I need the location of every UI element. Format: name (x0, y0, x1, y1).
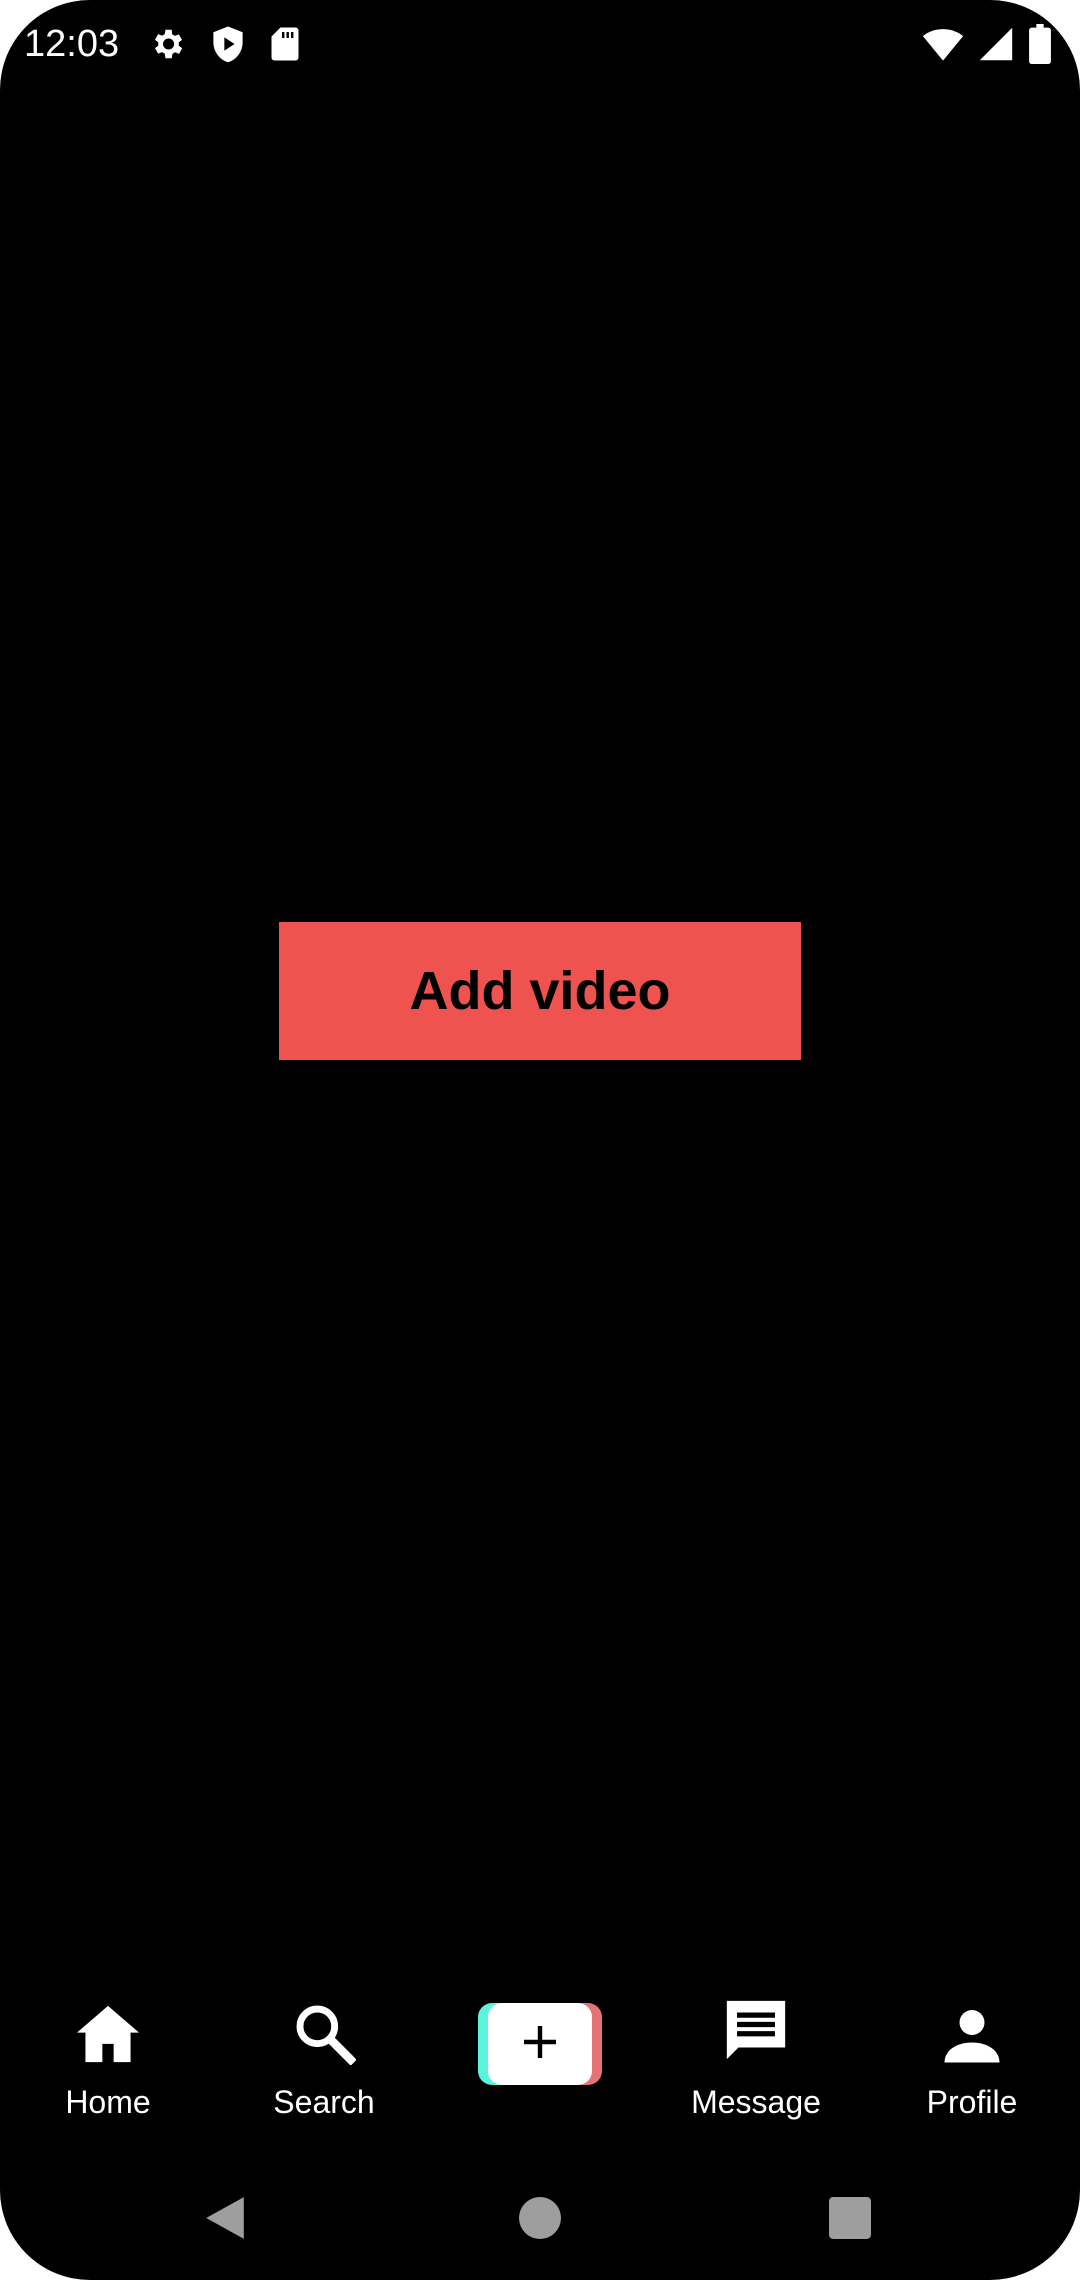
nav-label-message: Message (691, 2084, 821, 2120)
home-icon (74, 2003, 142, 2070)
nav-item-search[interactable]: Search (216, 1990, 432, 2140)
person-icon (942, 2005, 1002, 2070)
cell-signal-icon (978, 26, 1014, 62)
back-icon (204, 2195, 246, 2246)
add-video-label: Add video (409, 961, 671, 1021)
recents-icon (829, 2196, 871, 2244)
plus-icon (520, 2022, 560, 2067)
nav-item-home[interactable]: Home (0, 1990, 216, 2140)
home-circle-icon (519, 2196, 561, 2244)
status-bar: 12:03 (0, 0, 1080, 88)
shield-play-icon (210, 25, 246, 63)
status-right-icons (922, 24, 1052, 64)
system-back-button[interactable] (195, 2190, 255, 2250)
sd-card-icon (270, 26, 300, 62)
system-navigation-bar (0, 2170, 1080, 2260)
add-video-button[interactable]: Add video (279, 922, 801, 1060)
system-recents-button[interactable] (820, 2190, 880, 2250)
create-button-face (488, 2003, 592, 2085)
app-screen: 12:03 Add video Home Search Message Prof… (0, 0, 1080, 2280)
status-left-icons (148, 24, 300, 64)
nav-label-home: Home (65, 2084, 151, 2120)
nav-label-search: Search (273, 2084, 375, 2120)
gear-icon (148, 25, 186, 63)
create-button[interactable] (478, 2003, 602, 2085)
system-home-button[interactable] (510, 2190, 570, 2250)
nav-item-message[interactable]: Message (648, 1990, 864, 2140)
search-icon (292, 2001, 357, 2070)
battery-icon (1028, 24, 1052, 64)
status-time: 12:03 (24, 23, 120, 65)
nav-label-profile: Profile (926, 2084, 1018, 2120)
message-icon (721, 1995, 791, 2070)
nav-item-profile[interactable]: Profile (864, 1990, 1080, 2140)
wifi-icon (922, 26, 964, 62)
